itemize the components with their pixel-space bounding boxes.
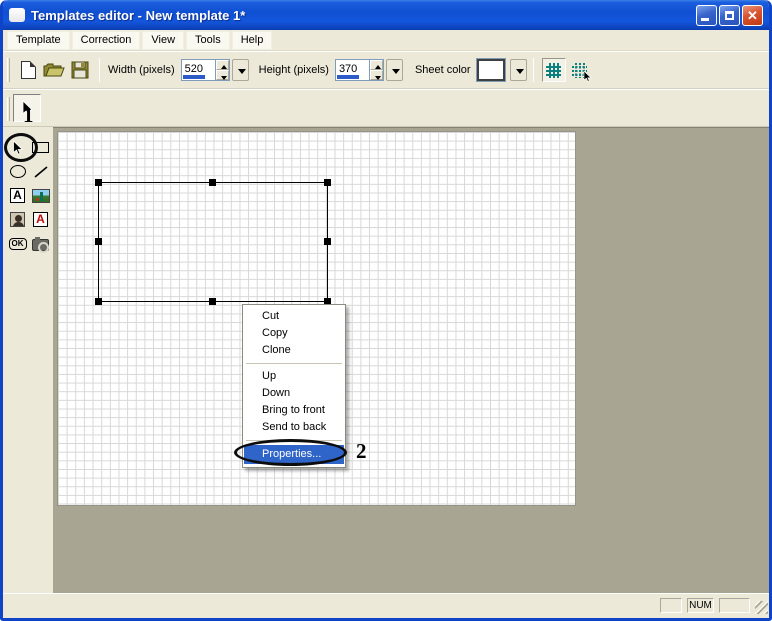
height-spin-buttons: [369, 59, 384, 81]
ellipse-icon: [10, 165, 26, 178]
menu-help[interactable]: Help: [232, 31, 273, 50]
resize-handle-top-left[interactable]: [95, 179, 102, 186]
workspace: Cut Copy Clone Up Down Bring to front Se…: [53, 127, 769, 593]
ellipse-tool[interactable]: [7, 161, 28, 182]
context-menu-down[interactable]: Down: [244, 385, 344, 402]
menu-bar: Template Correction View Tools Help: [3, 30, 769, 51]
width-spin-buttons: [215, 59, 230, 81]
resize-handle-bottom-middle[interactable]: [209, 298, 216, 305]
camera-tool[interactable]: [30, 233, 51, 254]
app-icon: [9, 8, 25, 22]
minimize-icon: [701, 18, 709, 21]
context-menu-separator: [246, 363, 342, 364]
snap-cursor-icon: [583, 71, 592, 82]
context-menu-bring-to-front[interactable]: Bring to front: [244, 402, 344, 419]
ok-button-icon: OK: [9, 238, 27, 250]
save-template-button[interactable]: [67, 57, 93, 83]
image-tool[interactable]: [30, 185, 51, 206]
main-area: A A OK: [3, 127, 769, 593]
selection-toolbar: [3, 89, 769, 127]
open-folder-icon: [43, 62, 65, 78]
line-icon: [33, 165, 49, 179]
open-template-button[interactable]: [41, 57, 67, 83]
portrait-icon: [10, 212, 25, 227]
portrait-tool[interactable]: [7, 209, 28, 230]
status-panel-2: [719, 598, 750, 613]
image-icon: [32, 189, 50, 203]
annotation-circle-2: [234, 439, 347, 466]
maximize-button[interactable]: [719, 5, 740, 26]
app-window: Templates editor - New template 1* ✕ Tem…: [0, 0, 772, 621]
height-spinner: 370: [335, 59, 403, 81]
status-panel-1: [660, 598, 682, 613]
maximize-icon: [725, 11, 734, 20]
save-floppy-icon: [71, 61, 89, 79]
annotation-number-2: 2: [356, 439, 367, 464]
context-menu-send-to-back[interactable]: Send to back: [244, 419, 344, 436]
status-bar: NUM: [3, 593, 769, 618]
line-tool[interactable]: [30, 161, 51, 182]
sheet-color-swatch[interactable]: [477, 59, 505, 81]
snap-to-grid-toggle[interactable]: [568, 58, 592, 82]
resize-grip[interactable]: [755, 601, 768, 614]
context-menu-up[interactable]: Up: [244, 368, 344, 385]
context-menu-clone[interactable]: Clone: [244, 342, 344, 359]
text-tool-icon: A: [10, 188, 25, 203]
sheet-color-label: Sheet color: [415, 64, 471, 76]
close-icon: ✕: [743, 6, 762, 25]
width-dropdown-button[interactable]: [232, 59, 249, 81]
width-spin-up[interactable]: [216, 60, 229, 70]
red-text-tool[interactable]: A: [30, 209, 51, 230]
height-spin-down[interactable]: [370, 70, 383, 80]
new-template-button[interactable]: [15, 57, 41, 83]
width-label: Width (pixels): [108, 64, 175, 76]
menu-tools[interactable]: Tools: [186, 31, 230, 50]
menu-view[interactable]: View: [142, 31, 184, 50]
camera-icon: [32, 239, 49, 251]
height-dropdown-button[interactable]: [386, 59, 403, 81]
menu-correction[interactable]: Correction: [72, 31, 141, 50]
toolbar-separator: [99, 58, 100, 82]
height-value: 370: [339, 63, 357, 75]
height-progress-bar: [337, 75, 359, 79]
menu-template[interactable]: Template: [7, 31, 70, 50]
toolbar-separator-2: [533, 58, 534, 82]
width-progress-bar: [183, 75, 205, 79]
height-input[interactable]: 370: [335, 59, 369, 81]
close-button[interactable]: ✕: [742, 5, 763, 26]
minimize-button[interactable]: [696, 5, 717, 26]
grid-icon: [546, 63, 561, 78]
sheet-color-dropdown-button[interactable]: [510, 59, 527, 81]
selected-rectangle-object[interactable]: [98, 182, 328, 302]
text-tool[interactable]: A: [7, 185, 28, 206]
resize-handle-middle-left[interactable]: [95, 238, 102, 245]
resize-handle-top-right[interactable]: [324, 179, 331, 186]
width-spin-down[interactable]: [216, 70, 229, 80]
height-spin-up[interactable]: [370, 60, 383, 70]
window-title: Templates editor - New template 1*: [31, 8, 696, 23]
main-toolbar: Width (pixels) 520 Height (pixels) 370: [3, 51, 769, 89]
ok-button-tool[interactable]: OK: [7, 233, 28, 254]
annotation-circle-1: [4, 133, 38, 162]
context-menu-cut[interactable]: Cut: [244, 308, 344, 325]
height-label: Height (pixels): [259, 64, 329, 76]
resize-handle-top-middle[interactable]: [209, 179, 216, 186]
screenshot-root: Templates editor - New template 1* ✕ Tem…: [0, 0, 772, 621]
width-value: 520: [185, 63, 203, 75]
toolbox-panel: A A OK: [3, 127, 53, 593]
resize-handle-middle-right[interactable]: [324, 238, 331, 245]
toolbar-grip-2[interactable]: [7, 97, 10, 121]
title-bar[interactable]: Templates editor - New template 1* ✕: [3, 0, 769, 30]
context-menu-copy[interactable]: Copy: [244, 325, 344, 342]
show-grid-toggle[interactable]: [542, 58, 566, 82]
annotation-number-1: 1: [23, 103, 34, 128]
window-controls: ✕: [696, 5, 763, 26]
red-text-tool-icon: A: [33, 212, 48, 227]
resize-handle-bottom-left[interactable]: [95, 298, 102, 305]
width-input[interactable]: 520: [181, 59, 215, 81]
width-spinner: 520: [181, 59, 249, 81]
new-document-icon: [21, 61, 36, 79]
status-panel-num: NUM: [687, 598, 714, 613]
toolbar-grip[interactable]: [7, 58, 10, 82]
